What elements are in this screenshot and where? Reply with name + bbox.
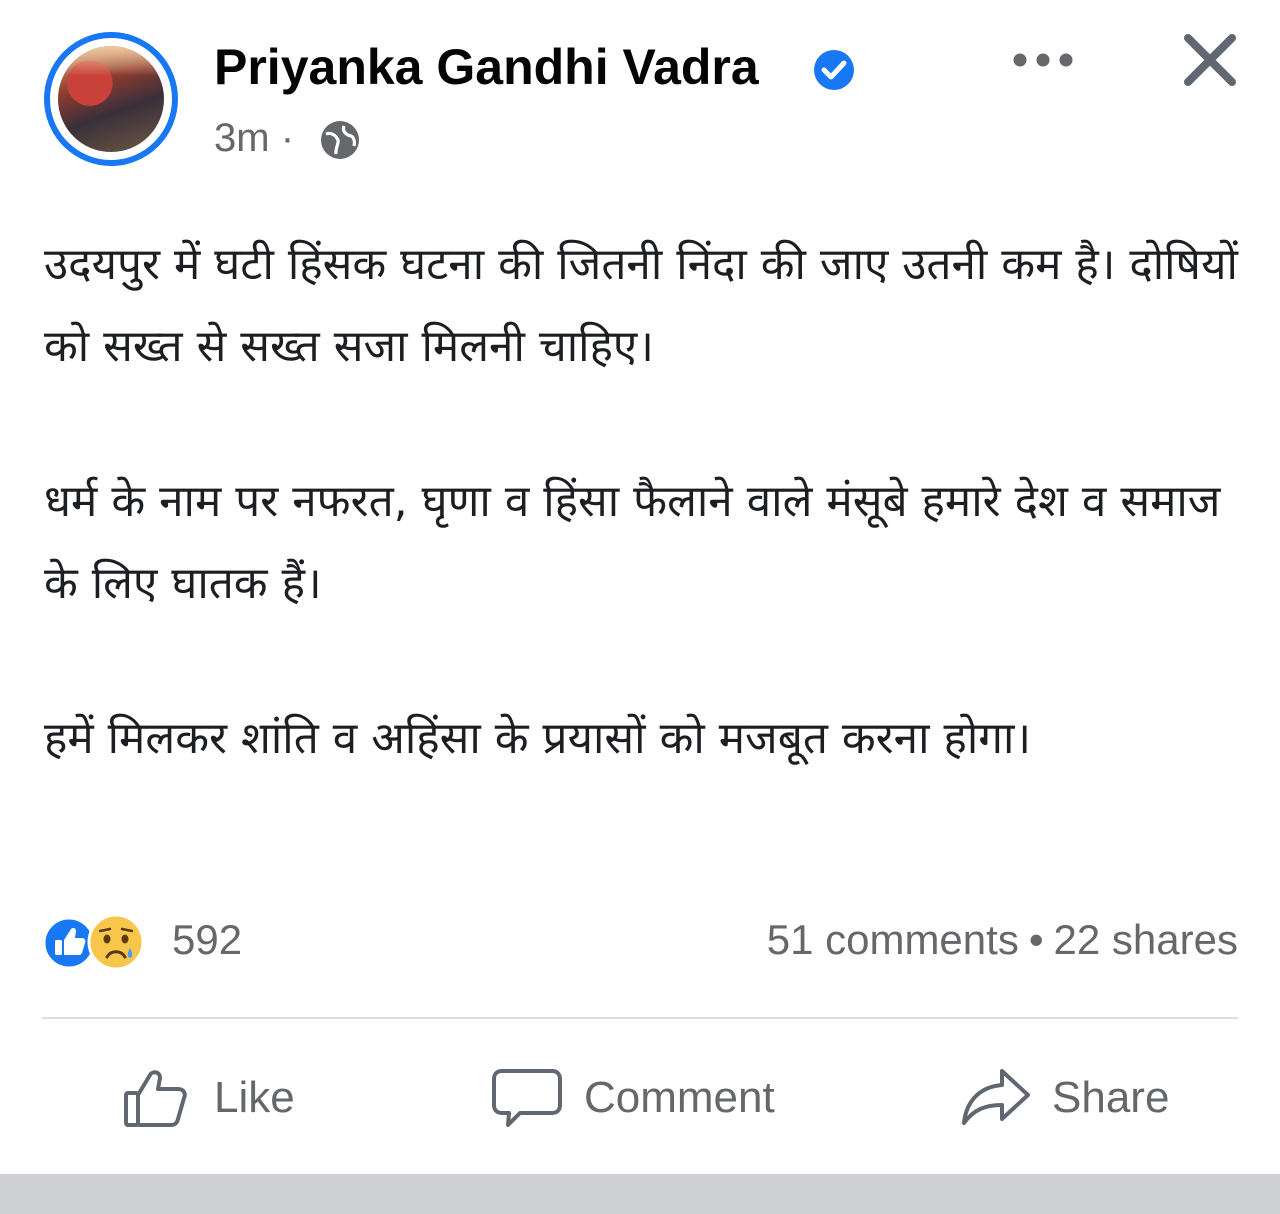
close-icon[interactable]	[1180, 30, 1240, 90]
meta-separator: ·	[280, 116, 295, 160]
timestamp[interactable]: 3m	[214, 116, 270, 160]
comment-bubble-icon	[492, 1069, 562, 1127]
divider	[42, 1017, 1238, 1019]
share-button[interactable]: Share	[958, 1058, 1169, 1138]
like-label: Like	[214, 1073, 295, 1122]
avatar[interactable]	[58, 46, 164, 152]
shares-count[interactable]: 22 shares	[1054, 916, 1238, 963]
post-body: उदयपुर में घटी हिंसक घटना की जितनी निंदा…	[44, 224, 1244, 853]
share-label: Share	[1052, 1073, 1170, 1122]
post-meta: 3m ·	[214, 116, 294, 161]
post-paragraph: हमें मिलकर शांति व अहिंसा के प्रयासों को…	[44, 713, 1032, 764]
comment-label: Comment	[584, 1073, 775, 1122]
globe-icon[interactable]	[318, 118, 362, 162]
comment-button[interactable]: Comment	[490, 1058, 775, 1138]
avatar-story-ring[interactable]	[44, 32, 178, 166]
post-paragraph: धर्म के नाम पर नफरत, घृणा व हिंसा फैलाने…	[44, 476, 1221, 609]
engagement-counts: 51 comments • 22 shares	[767, 916, 1238, 964]
author-name[interactable]: Priyanka Gandhi Vadra	[214, 38, 759, 96]
share-arrow-icon	[962, 1069, 1030, 1125]
more-options-icon[interactable]	[1010, 40, 1076, 80]
thumbs-up-icon	[124, 1070, 187, 1127]
counts-separator: •	[1028, 916, 1044, 963]
post-header: Priyanka Gandhi Vadra 3m ·	[0, 0, 1280, 190]
like-button[interactable]: Like	[120, 1058, 295, 1138]
comments-count[interactable]: 51 comments	[767, 916, 1019, 963]
action-bar: Like Comment Share	[0, 1040, 1280, 1160]
bottom-gray-bar	[0, 1174, 1280, 1214]
sad-reaction-icon[interactable]	[86, 912, 146, 972]
verified-badge-icon	[814, 50, 854, 90]
post-stats: 592 51 comments • 22 shares	[40, 906, 1240, 976]
post-paragraph: उदयपुर में घटी हिंसक घटना की जितनी निंदा…	[44, 239, 1238, 372]
reactions-count[interactable]: 592	[172, 916, 242, 964]
